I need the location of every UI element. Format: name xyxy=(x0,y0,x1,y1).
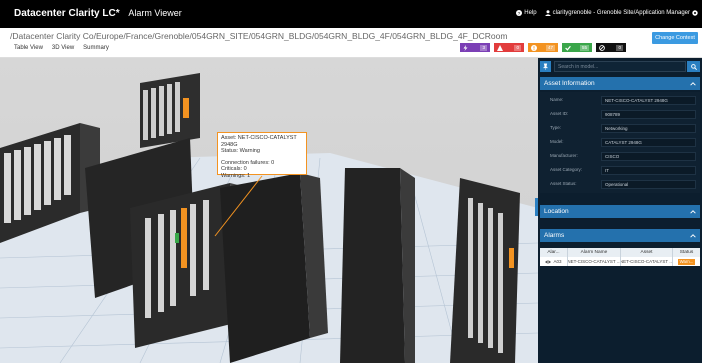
block-icon xyxy=(599,44,605,51)
asset-information-body: Name: NET-CISCO-CATALYST 2948G Asset ID:… xyxy=(540,92,700,193)
field-label: Model: xyxy=(550,139,564,144)
counter-blocked[interactable]: 0 xyxy=(596,43,626,52)
pin-button[interactable] xyxy=(540,61,551,72)
chevron-up-icon xyxy=(690,81,696,86)
search-row xyxy=(540,61,700,72)
alarm-id: A03 xyxy=(553,259,562,264)
counter-lightning[interactable]: 3 xyxy=(460,43,490,52)
search-input[interactable] xyxy=(554,61,686,72)
help-link[interactable]: ? Help xyxy=(516,10,537,16)
alarm-counters: 3 0 47 55 0 xyxy=(460,43,626,52)
field-type: Type: Networking xyxy=(540,124,700,133)
field-asset-status: Asset Status: Operational xyxy=(540,180,700,189)
breadcrumb: /Datacenter Clarity Co/Europe/France/Gre… xyxy=(10,31,508,41)
counter-value: 47 xyxy=(545,44,555,51)
field-label: Type: xyxy=(550,125,562,130)
search-icon xyxy=(690,63,697,70)
field-label: Asset Category: xyxy=(550,167,583,172)
user-icon xyxy=(544,10,551,16)
column-alarm-name[interactable]: Alarm Name xyxy=(568,248,621,257)
context-bar: /Datacenter Clarity Co/Europe/France/Gre… xyxy=(0,28,702,58)
table-row[interactable]: A03 NET-CISCO-CATALYST ... NET-CISCO-CAT… xyxy=(540,257,700,266)
warning-icon xyxy=(531,44,537,51)
alarms-header[interactable]: Alarms xyxy=(540,229,700,242)
counter-value: 3 xyxy=(480,44,487,51)
field-value: IT xyxy=(601,166,696,175)
top-bar: Datacenter Clarity LC* Alarm Viewer ? He… xyxy=(0,0,702,28)
tab-3d-view[interactable]: 3D View xyxy=(52,45,74,51)
column-asset[interactable]: Asset xyxy=(621,248,673,257)
search-button[interactable] xyxy=(687,61,700,72)
counter-value: 0 xyxy=(616,44,623,51)
asset-information-title: Asset Information xyxy=(544,80,595,87)
field-value: CISCO xyxy=(601,152,696,161)
svg-text:?: ? xyxy=(518,11,521,16)
alarms-table: Alar... Alarm Name Asset Status A03 NET-… xyxy=(540,248,700,266)
field-manufacturer: Manufacturer: CISCO xyxy=(540,152,700,161)
column-status[interactable]: Status xyxy=(673,248,700,257)
chevron-up-icon xyxy=(690,209,696,214)
field-model: Model: CATALYST 2948G xyxy=(540,138,700,147)
field-value: CATALYST 2948G xyxy=(601,138,696,147)
datacenter-3d-view[interactable]: Asset: NET-CISCO-CATALYST 2948G Status: … xyxy=(0,58,538,363)
app-title: Datacenter Clarity LC* Alarm Viewer xyxy=(14,8,182,19)
room-render xyxy=(0,73,538,363)
user-menu[interactable]: claritygrenoble - Grenoble Site/Applicat… xyxy=(544,10,698,16)
rack-row-right xyxy=(220,168,520,363)
field-label: Asset ID: xyxy=(550,111,569,116)
field-name: Name: NET-CISCO-CATALYST 2948G xyxy=(540,96,700,105)
rack-row-back xyxy=(140,73,200,148)
location-header[interactable]: Location xyxy=(540,205,700,218)
field-asset-id: Asset ID: 908789 xyxy=(540,110,700,119)
question-icon: ? xyxy=(516,10,523,16)
field-label: Manufacturer: xyxy=(550,153,578,158)
critical-icon xyxy=(497,44,503,51)
alarm-id-cell: A03 xyxy=(540,257,568,266)
eye-icon[interactable] xyxy=(545,260,552,264)
field-value: Operational xyxy=(601,180,696,189)
lightning-icon xyxy=(463,44,468,51)
asset-tooltip: Asset: NET-CISCO-CATALYST 2948G Status: … xyxy=(217,132,307,179)
tab-table-view[interactable]: Table View xyxy=(14,45,43,51)
tooltip-asset: Asset: NET-CISCO-CATALYST 2948G xyxy=(221,135,297,148)
user-label: claritygrenoble - Grenoble Site/Applicat… xyxy=(552,10,690,16)
view-tabs: Table View 3D View Summary xyxy=(14,45,109,51)
app-title-text: Datacenter Clarity LC* xyxy=(14,8,120,19)
chevron-up-icon xyxy=(690,233,696,238)
app-subtitle: Alarm Viewer xyxy=(128,8,182,18)
counter-warning[interactable]: 47 xyxy=(528,43,558,52)
counter-critical[interactable]: 0 xyxy=(494,43,524,52)
settings-icon xyxy=(692,10,698,16)
pin-icon xyxy=(542,63,549,70)
alarm-status-cell: Warn... xyxy=(673,257,700,266)
alarms-title: Alarms xyxy=(544,232,565,239)
help-label: Help xyxy=(524,10,537,16)
field-value: NET-CISCO-CATALYST 2948G xyxy=(601,96,696,105)
field-value: Networking xyxy=(601,124,696,133)
field-value: 908789 xyxy=(601,110,696,119)
field-label: Asset Status: xyxy=(550,181,577,186)
asset-information-header[interactable]: Asset Information xyxy=(540,77,700,90)
alarm-asset-cell: NET-CISCO-CATALYST ... xyxy=(621,257,673,266)
counter-value: 0 xyxy=(514,44,521,51)
check-icon xyxy=(565,45,571,51)
location-title: Location xyxy=(544,208,569,215)
tooltip-warnings: Warnings: 1 xyxy=(221,172,251,179)
field-asset-category: Asset Category: IT xyxy=(540,166,700,175)
change-context-button[interactable]: Change Context xyxy=(652,32,698,44)
alarm-name-cell: NET-CISCO-CATALYST ... xyxy=(568,257,621,266)
tab-summary[interactable]: Summary xyxy=(83,45,109,51)
table-header: Alar... Alarm Name Asset Status xyxy=(540,248,700,257)
column-alarm-id[interactable]: Alar... xyxy=(540,248,568,257)
user-menu-area: ? Help claritygrenoble - Grenoble Site/A… xyxy=(516,10,698,16)
counter-ok[interactable]: 55 xyxy=(562,43,592,52)
counter-value: 55 xyxy=(579,44,589,51)
field-label: Name: xyxy=(550,97,564,102)
status-badge: Warn... xyxy=(677,258,696,265)
